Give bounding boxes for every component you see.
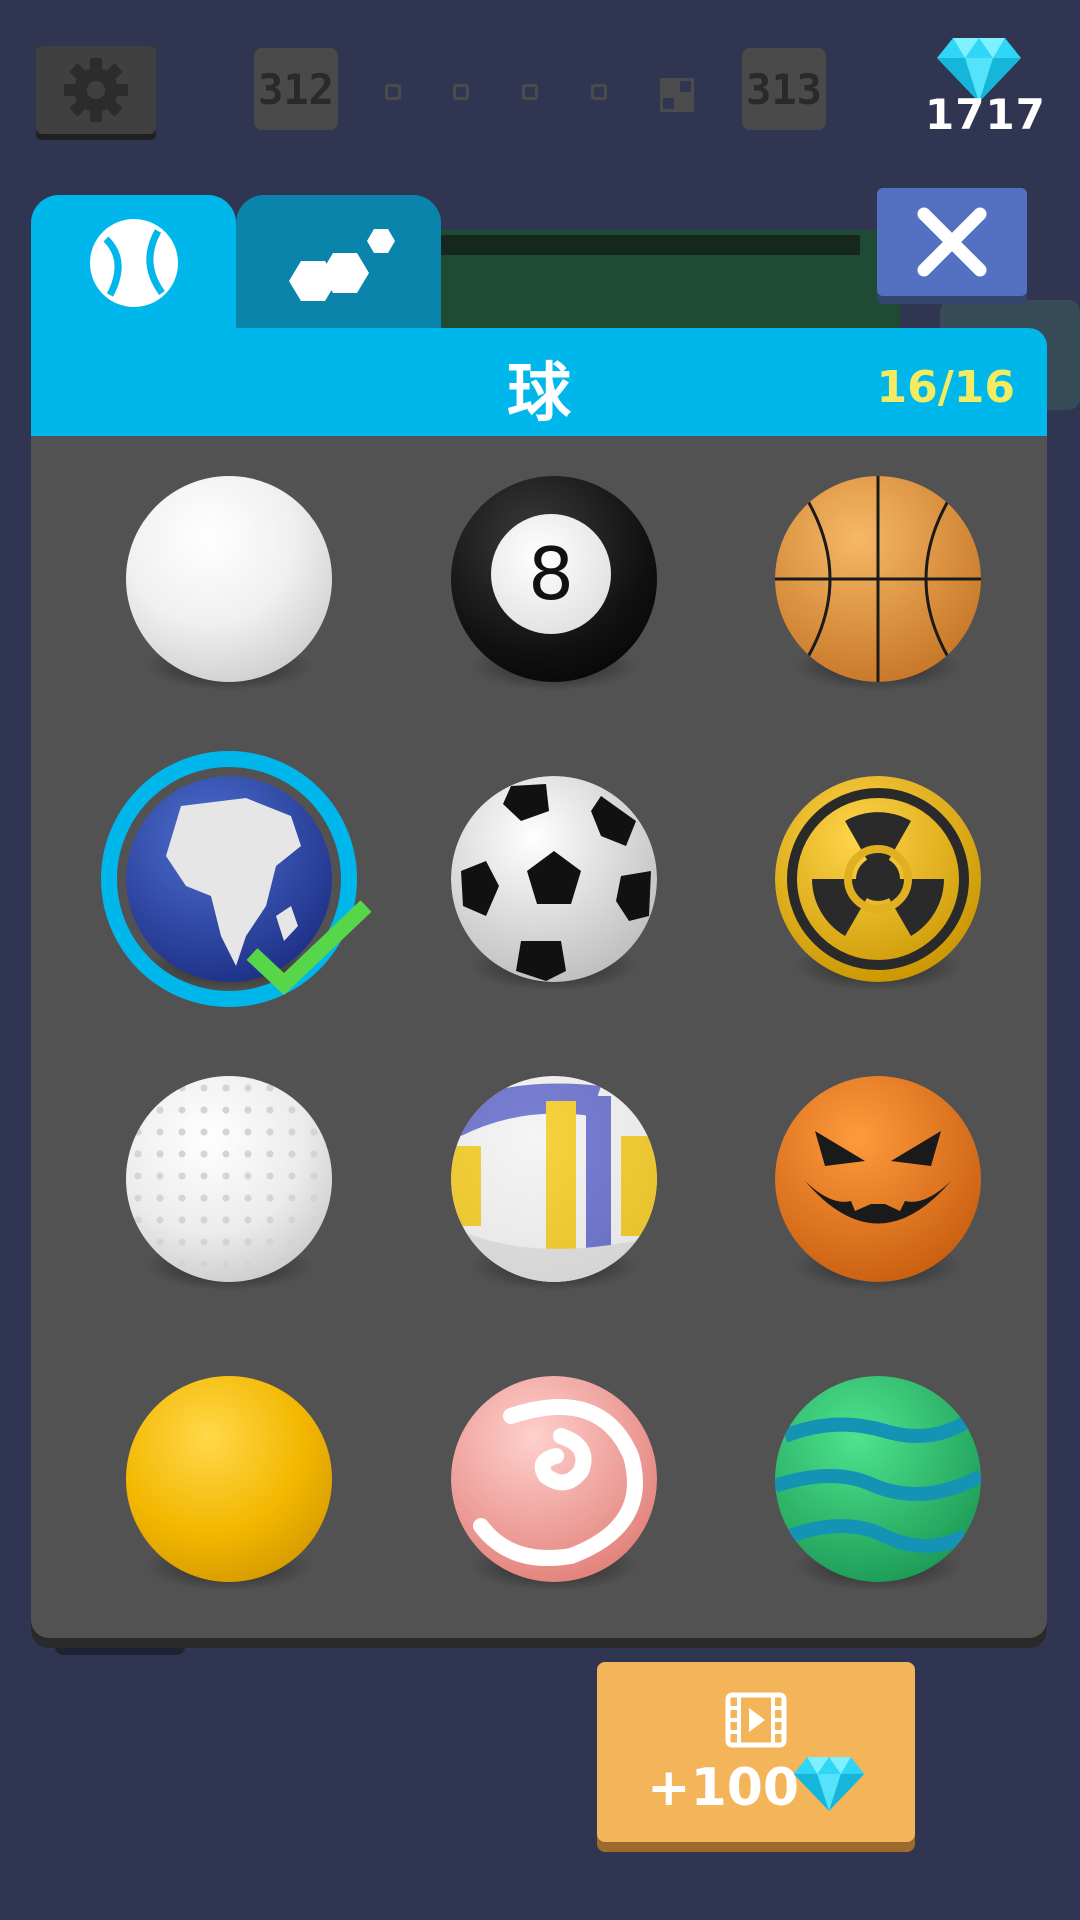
ball-item-candy[interactable] [394,1336,694,1626]
progress-dot [453,84,469,100]
ball-item-pumpkin[interactable] [718,1036,1018,1326]
ball-item-soccer[interactable] [394,736,694,1026]
close-button[interactable] [877,188,1027,296]
close-icon [917,207,987,277]
yellow-lowpoly-ball-icon [126,1376,332,1582]
ball-item-golf[interactable] [69,1036,369,1326]
ball-grid: 8 [31,436,1047,1638]
progress-dot [522,84,538,100]
background-scene-edge [420,235,860,255]
eight-label: 8 [491,514,611,634]
volleyball-icon [451,1076,657,1282]
ball-item-eight[interactable]: 8 [394,436,694,726]
ball-item-green[interactable] [718,1336,1018,1626]
progress-dot [385,84,401,100]
pumpkin-ball-icon [775,1076,981,1282]
white-ball-icon [126,476,332,682]
checkmark-icon [246,900,372,996]
progress-dot [591,84,607,100]
finish-flag-icon [660,78,694,112]
ball-item-white[interactable] [69,436,369,726]
ball-item-earth[interactable] [69,736,372,1026]
video-icon [725,1692,787,1748]
basketball-icon [775,476,981,682]
reward-amount: +100 [647,1758,800,1818]
tab-balls[interactable] [31,195,236,330]
ball-item-radiation[interactable] [718,736,1018,1026]
soccer-ball-icon [451,776,657,982]
watch-video-reward-button[interactable]: +100 [597,1662,915,1842]
radiation-ball-icon [775,776,981,982]
green-stripe-ball-icon [775,1376,981,1582]
settings-button[interactable] [36,46,156,134]
diamond-icon [793,1757,865,1811]
ball-collection-panel: 球 16/16 8 [31,328,1047,1638]
trail-hexagon-icon [288,228,395,301]
next-level-indicator: 313 [742,48,826,130]
panel-header: 球 16/16 [31,328,1047,436]
ball-item-yellow[interactable] [69,1336,369,1626]
ball-item-volleyball[interactable] [394,1036,694,1326]
candy-swirl-ball-icon [451,1376,657,1582]
ball-item-basketball[interactable] [718,436,1018,726]
golf-ball-icon [126,1076,332,1282]
gear-icon [64,58,128,122]
eight-ball-icon: 8 [451,476,657,682]
tab-trails[interactable] [236,195,441,330]
gem-count: 1717 [925,90,1046,139]
ball-icon [89,218,178,307]
current-level-indicator: 312 [254,48,338,130]
collection-count: 16/16 [876,362,1015,413]
